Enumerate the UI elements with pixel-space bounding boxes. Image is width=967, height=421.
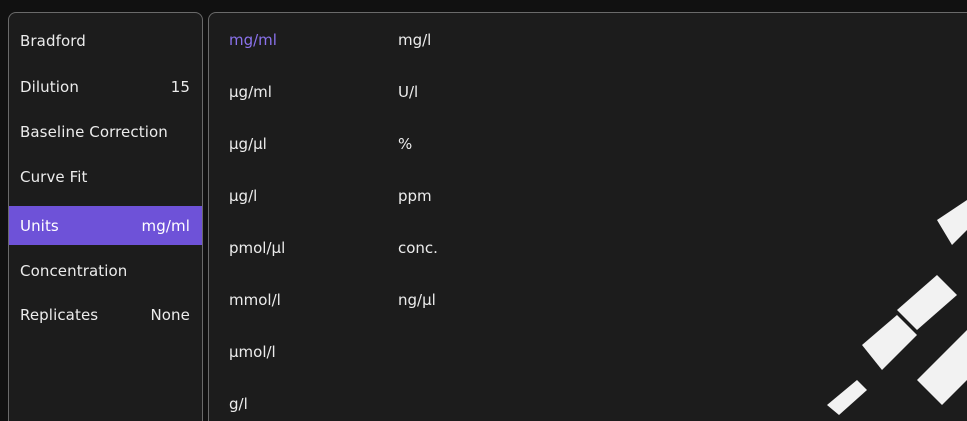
unit-option-mg-l[interactable]: mg/l — [398, 25, 431, 55]
settings-sidebar: Bradford Dilution 15 Baseline Correction… — [8, 12, 203, 421]
sidebar-item-concentration[interactable]: Concentration — [9, 252, 202, 289]
sidebar-item-label: Units — [20, 216, 59, 235]
sidebar-item-value: mg/ml — [141, 216, 190, 235]
unit-option-ng-ul[interactable]: ng/µl — [398, 285, 436, 315]
sidebar-item-dilution[interactable]: Dilution 15 — [9, 68, 202, 105]
screen: Bradford Dilution 15 Baseline Correction… — [0, 0, 967, 421]
units-panel: mg/ml µg/ml µg/µl µg/l pmol/µl mmol/l µm… — [208, 12, 967, 421]
unit-option-umol-l[interactable]: µmol/l — [229, 337, 276, 367]
sidebar-item-value: None — [150, 305, 190, 324]
unit-option-mg-ml[interactable]: mg/ml — [229, 25, 277, 55]
sidebar-item-bradford[interactable]: Bradford — [9, 22, 202, 59]
unit-option-ug-ml[interactable]: µg/ml — [229, 77, 272, 107]
sidebar-item-value: 15 — [170, 77, 190, 96]
sidebar-item-label: Replicates — [20, 305, 99, 324]
sidebar-item-baseline-correction[interactable]: Baseline Correction — [9, 113, 202, 150]
sidebar-item-curve-fit[interactable]: Curve Fit — [9, 158, 202, 195]
unit-option-u-l[interactable]: U/l — [398, 77, 418, 107]
sidebar-item-label: Baseline Correction — [20, 122, 168, 141]
sidebar-item-replicates[interactable]: Replicates None — [9, 296, 202, 333]
sidebar-item-label: Dilution — [20, 77, 79, 96]
sidebar-item-label: Curve Fit — [20, 167, 88, 186]
unit-option-ug-ul[interactable]: µg/µl — [229, 129, 267, 159]
sidebar-item-units[interactable]: Units mg/ml — [9, 206, 202, 245]
unit-option-g-l[interactable]: g/l — [229, 389, 248, 419]
unit-option-conc[interactable]: conc. — [398, 233, 438, 263]
unit-option-percent[interactable]: % — [398, 129, 412, 159]
unit-option-ppm[interactable]: ppm — [398, 181, 432, 211]
sidebar-item-label: Bradford — [20, 31, 86, 50]
unit-option-mmol-l[interactable]: mmol/l — [229, 285, 281, 315]
unit-option-pmol-ul[interactable]: pmol/µl — [229, 233, 285, 263]
unit-option-ug-l[interactable]: µg/l — [229, 181, 257, 211]
sidebar-item-label: Concentration — [20, 261, 128, 280]
